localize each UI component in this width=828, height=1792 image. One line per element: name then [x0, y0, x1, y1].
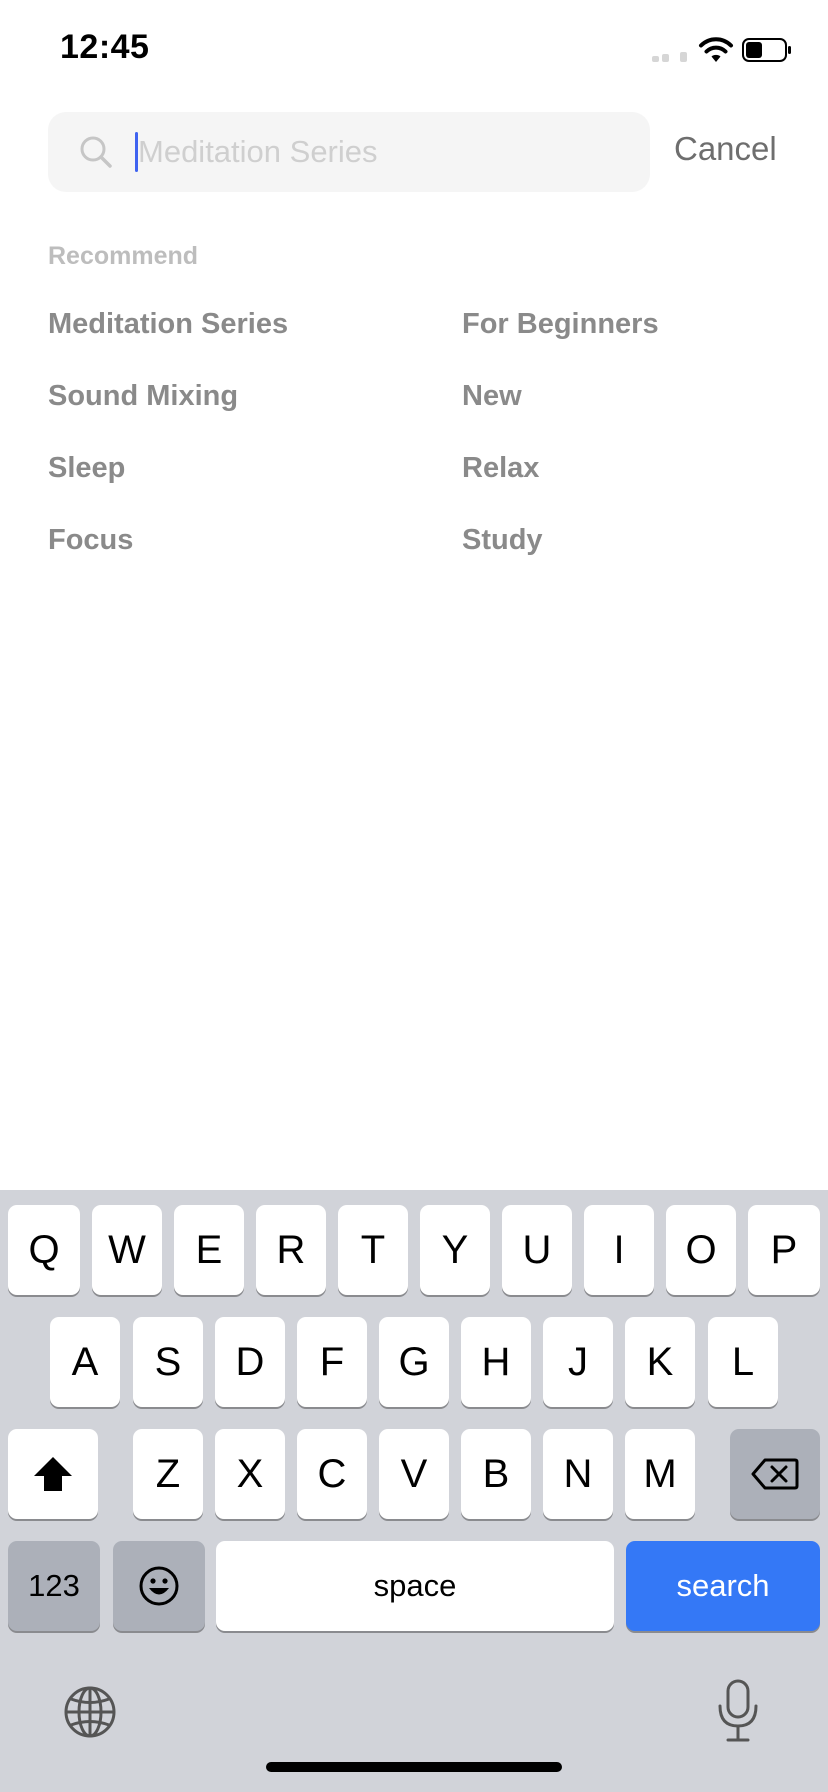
key-m[interactable]: M: [625, 1429, 695, 1519]
recommend-item-study[interactable]: Study: [462, 522, 768, 558]
key-l[interactable]: L: [708, 1317, 778, 1407]
wifi-icon: [699, 37, 733, 62]
search-box[interactable]: [48, 112, 650, 192]
globe-icon[interactable]: [62, 1684, 118, 1740]
recommend-item-sleep[interactable]: Sleep: [48, 450, 462, 486]
key-s[interactable]: S: [133, 1317, 203, 1407]
key-w[interactable]: W: [92, 1205, 162, 1295]
recommend-list: Meditation Series For Beginners Sound Mi…: [48, 306, 768, 558]
key-c[interactable]: C: [297, 1429, 367, 1519]
recommend-item-sound-mixing[interactable]: Sound Mixing: [48, 378, 462, 414]
search-key[interactable]: search: [626, 1541, 820, 1631]
numbers-key[interactable]: 123: [8, 1541, 100, 1631]
keyboard-row-2: A S D F G H J K L: [0, 1317, 828, 1409]
home-indicator: [266, 1762, 562, 1772]
shift-key[interactable]: [8, 1429, 98, 1519]
recommend-item-focus[interactable]: Focus: [48, 522, 462, 558]
battery-icon: [742, 38, 791, 62]
shift-icon: [34, 1457, 72, 1491]
key-o[interactable]: O: [666, 1205, 736, 1295]
space-key[interactable]: space: [216, 1541, 614, 1631]
key-y[interactable]: Y: [420, 1205, 490, 1295]
status-time: 12:45: [60, 28, 150, 66]
key-a[interactable]: A: [50, 1317, 120, 1407]
keyboard: Q W E R T Y U I O P A S D F G H J K L Z …: [0, 1190, 828, 1792]
keyboard-row-3: Z X C V B N M: [0, 1429, 828, 1521]
search-input[interactable]: [138, 122, 638, 182]
key-e[interactable]: E: [174, 1205, 244, 1295]
key-b[interactable]: B: [461, 1429, 531, 1519]
key-g[interactable]: G: [379, 1317, 449, 1407]
delete-key[interactable]: [730, 1429, 820, 1519]
emoji-icon: [139, 1566, 179, 1606]
recommend-item-meditation-series[interactable]: Meditation Series: [48, 306, 462, 342]
search-icon: [80, 136, 112, 168]
recommend-item-for-beginners[interactable]: For Beginners: [462, 306, 768, 342]
key-v[interactable]: V: [379, 1429, 449, 1519]
key-j[interactable]: J: [543, 1317, 613, 1407]
key-f[interactable]: F: [297, 1317, 367, 1407]
key-k[interactable]: K: [625, 1317, 695, 1407]
keyboard-row-1: Q W E R T Y U I O P: [0, 1205, 828, 1297]
key-q[interactable]: Q: [8, 1205, 80, 1295]
status-bar: 12:45: [0, 0, 828, 100]
cancel-button[interactable]: Cancel: [674, 130, 777, 168]
key-d[interactable]: D: [215, 1317, 285, 1407]
key-h[interactable]: H: [461, 1317, 531, 1407]
key-p[interactable]: P: [748, 1205, 820, 1295]
key-z[interactable]: Z: [133, 1429, 203, 1519]
key-i[interactable]: I: [584, 1205, 654, 1295]
emoji-key[interactable]: [113, 1541, 205, 1631]
key-x[interactable]: X: [215, 1429, 285, 1519]
key-t[interactable]: T: [338, 1205, 408, 1295]
recommend-item-new[interactable]: New: [462, 378, 768, 414]
recommend-item-relax[interactable]: Relax: [462, 450, 768, 486]
microphone-icon[interactable]: [714, 1678, 762, 1744]
recommend-heading: Recommend: [48, 242, 199, 270]
key-n[interactable]: N: [543, 1429, 613, 1519]
key-u[interactable]: U: [502, 1205, 572, 1295]
key-r[interactable]: R: [256, 1205, 326, 1295]
cellular-signal-icon: [652, 50, 688, 62]
keyboard-row-4: 123 space search: [0, 1541, 828, 1633]
delete-icon: [751, 1458, 799, 1490]
